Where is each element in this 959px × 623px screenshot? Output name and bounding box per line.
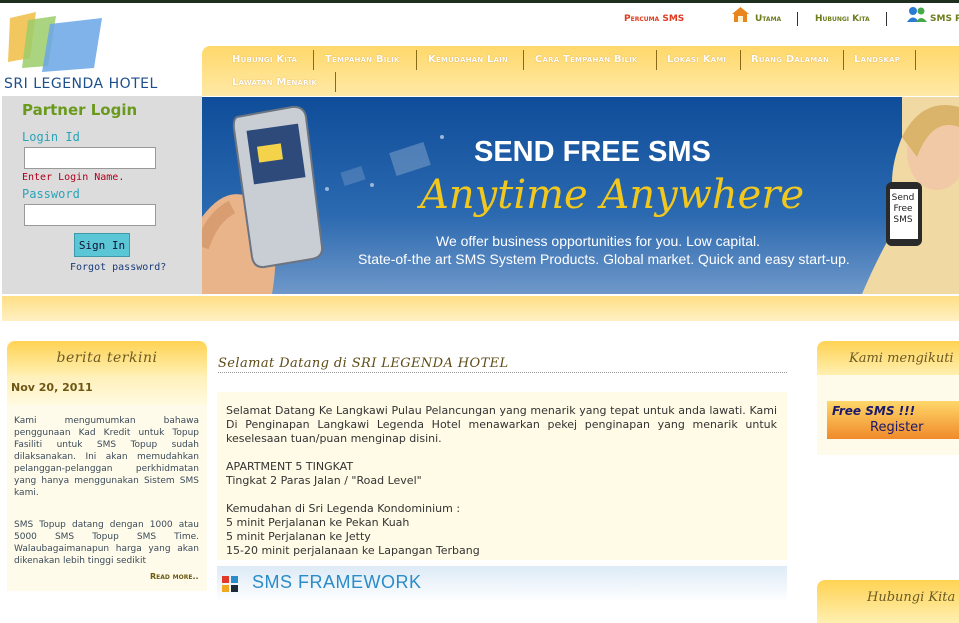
link-percuma-sms[interactable]: Percuma SMS	[624, 14, 684, 24]
site-title: SRI LEGENDA HOTEL	[4, 76, 158, 92]
apartment-level-line: Tingkat 2 Paras Jalan / "Road Level"	[226, 474, 422, 487]
banner-line-1: We offer business opportunities for you.…	[436, 233, 760, 249]
nav-cara-tempahan-bilik[interactable]: Cara Tempahan Bilik	[535, 54, 638, 65]
facility-item: 15-20 minit perjalanaan ke Lapangan Terb…	[226, 544, 480, 557]
login-error-hint: Enter Login Name.	[22, 172, 125, 183]
news-date: Nov 20, 2011	[11, 381, 93, 394]
news-paragraph: SMS Topup datang dengan 1000 atau 5000 S…	[14, 520, 199, 566]
divider	[797, 12, 798, 26]
register-label: Register	[870, 420, 924, 435]
apartment-line: APARTMENT 5 TINGKAT	[226, 460, 354, 473]
login-title: Partner Login	[22, 101, 138, 119]
sms-framework-title[interactable]: SMS FRAMEWORK	[252, 572, 422, 593]
facilities-heading: Kemudahan di Sri Legenda Kondominium :	[226, 502, 461, 515]
banner-line-2: State-of-the art SMS System Products. Gl…	[358, 251, 850, 267]
nav-landskap[interactable]: Landskap	[854, 54, 900, 65]
news-paragraph: Kami mengumumkan bahawa penggunaan Kad K…	[14, 416, 199, 498]
login-id-input[interactable]	[24, 147, 156, 169]
nav-ruang-dalaman[interactable]: Ruang Dalaman	[751, 54, 829, 65]
news-box-header: berita terkini	[7, 341, 207, 375]
hotel-logo[interactable]	[6, 10, 106, 76]
nav-kemudahan-lain[interactable]: Kemudahan Lain	[428, 54, 508, 65]
nav-divider	[915, 50, 916, 70]
divider	[886, 12, 887, 26]
login-id-label: Login Id	[22, 130, 80, 144]
nav-divider	[656, 50, 657, 70]
free-sms-label: Free SMS !!!	[832, 404, 916, 418]
nav-hubungi-kita[interactable]: Hubungi Kita	[232, 54, 297, 65]
banner-title: SEND FREE SMS	[474, 136, 711, 168]
main-navigation: Hubungi Kita Tempahan Bilik Kemudahan La…	[202, 46, 959, 96]
banner-subtitle: Anytime Anywhere	[420, 172, 805, 218]
facility-item: 5 minit Perjalanan ke Pekan Kuah	[226, 516, 410, 529]
password-input[interactable]	[24, 204, 156, 226]
nav-lawatan-menarik[interactable]: Lawatan Menarik	[232, 77, 317, 88]
nav-lokasi-kami[interactable]: Lokasi Kami	[667, 54, 726, 65]
welcome-paragraph: Selamat Datang Ke Langkawi Pulau Pelancu…	[226, 404, 777, 445]
nav-divider	[843, 50, 844, 70]
home-icon[interactable]	[732, 7, 749, 22]
link-sms-partner[interactable]: SMS P	[930, 14, 959, 24]
link-hubungi-kita[interactable]: Hubungi Kita	[815, 14, 870, 24]
phone-text-line: SMS	[893, 215, 913, 225]
facility-item: 5 minit Perjalanan ke Jetty	[226, 530, 371, 543]
password-label: Password	[22, 187, 80, 201]
nav-divider	[313, 50, 314, 70]
nav-divider	[740, 50, 741, 70]
nav-divider	[523, 50, 524, 70]
users-icon[interactable]	[907, 6, 927, 22]
heading-divider	[218, 372, 787, 373]
nav-tempahan-bilik[interactable]: Tempahan Bilik	[325, 54, 400, 65]
windows-grid-icon	[222, 576, 238, 592]
phone-screen-text: Send Free SMS	[887, 193, 919, 226]
contact-box-title: Hubungi Kita	[867, 590, 956, 605]
nav-divider	[416, 50, 417, 70]
sign-in-button[interactable]: Sign In	[74, 233, 130, 257]
read-more-link[interactable]: Read more..	[150, 572, 199, 581]
top-border	[0, 0, 959, 3]
phone-text-line: Free	[893, 204, 913, 214]
nav-divider	[335, 72, 336, 92]
follow-box-title: Kami mengikuti	[849, 351, 954, 366]
welcome-heading: Selamat Datang di SRI LEGENDA HOTEL	[218, 356, 509, 371]
forgot-password-link[interactable]: Forgot password?	[70, 262, 166, 273]
link-utama[interactable]: Utama	[755, 14, 781, 24]
banner-footer-strip	[2, 296, 959, 321]
phone-text-line: Send	[891, 193, 915, 203]
